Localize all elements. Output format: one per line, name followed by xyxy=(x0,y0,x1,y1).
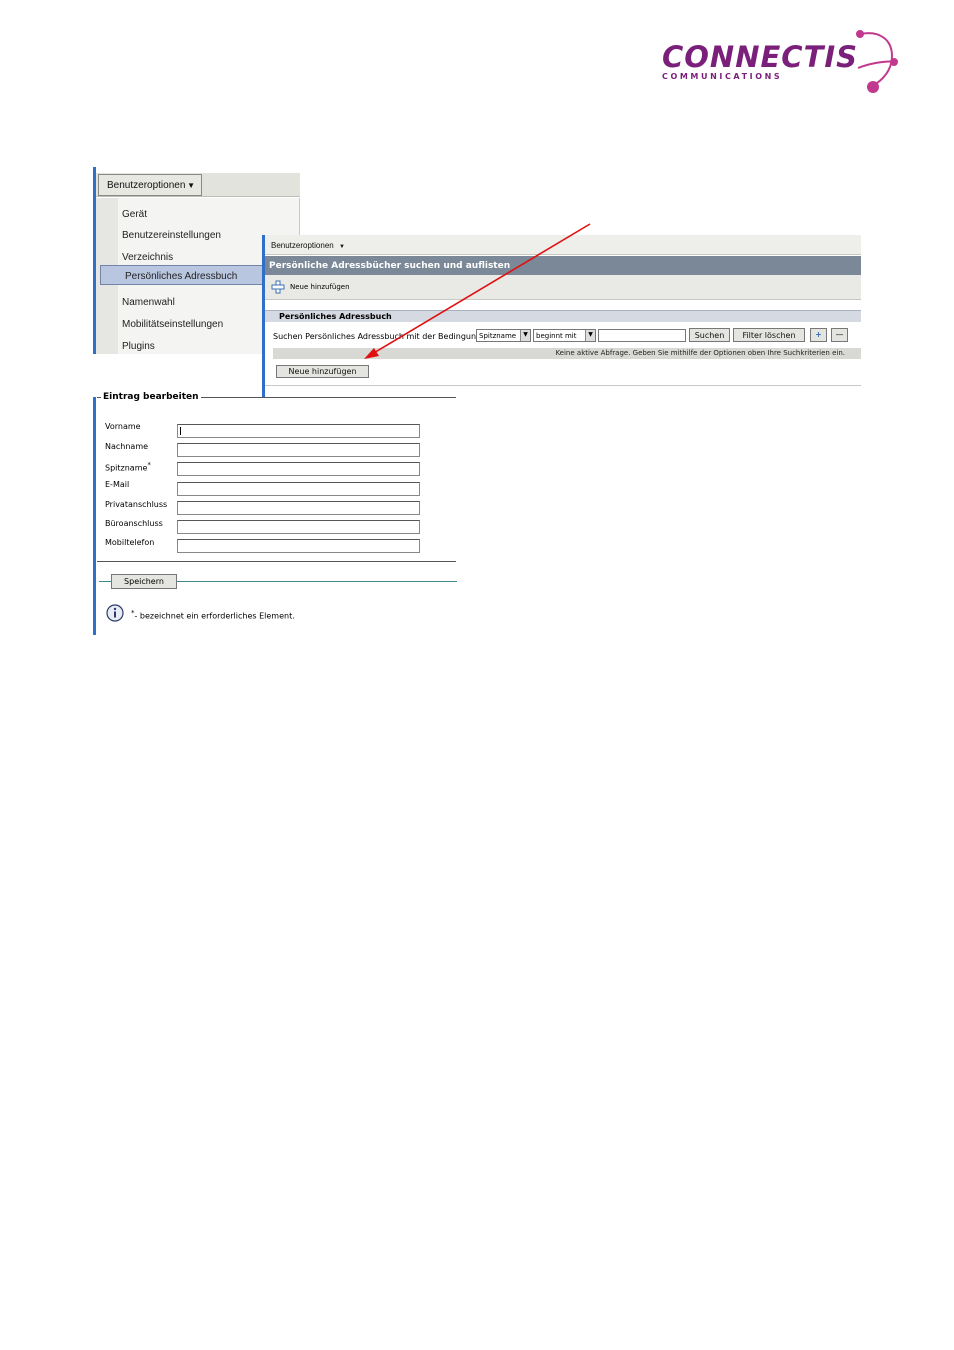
search-button[interactable]: Suchen xyxy=(689,328,730,342)
search-row: Suchen Persönliches Adressbuch mit der B… xyxy=(265,327,861,349)
info-icon xyxy=(106,604,124,622)
search-field-value: Spitzname xyxy=(479,332,517,340)
footer-bar: Neue hinzufügen xyxy=(265,360,861,386)
first-name-field[interactable] xyxy=(177,424,420,438)
address-book-list-screenshot: Benutzeroptionen ▼ Persönliche Adressbüc… xyxy=(262,235,861,401)
dropdown-label: Benutzeroptionen xyxy=(107,180,186,191)
search-field-select[interactable]: Spitzname ▼ xyxy=(476,329,531,342)
toolbar: Neue hinzufügen xyxy=(265,275,861,300)
email-label: E-Mail xyxy=(105,480,130,489)
page-title: Persönliche Adressbücher suchen und aufl… xyxy=(265,256,861,275)
clear-filter-button[interactable]: Filter löschen xyxy=(733,328,805,342)
fieldset-legend: Eintrag bearbeiten xyxy=(101,392,201,402)
logo-subtitle: COMMUNICATIONS xyxy=(662,72,783,81)
nickname-label: Spitzname* xyxy=(105,461,151,473)
edit-entry-screenshot: Eintrag bearbeiten Vorname Nachname Spit… xyxy=(93,392,457,635)
required-note-text: - bezeichnet ein erforderliches Element. xyxy=(134,611,295,621)
chevron-down-icon: ▼ xyxy=(585,330,595,341)
office-phone-field[interactable] xyxy=(177,520,420,534)
user-options-menu[interactable]: Benutzeroptionen ▼ xyxy=(265,235,861,255)
chevron-down-icon: ▼ xyxy=(187,181,195,190)
logo-wordmark: CONNECTIS xyxy=(662,40,859,74)
office-phone-label: Büroanschluss xyxy=(105,519,163,528)
add-new-icon[interactable] xyxy=(271,280,285,294)
edit-entry-fieldset: Eintrag bearbeiten Vorname Nachname Spit… xyxy=(97,392,456,562)
menu-item-plugins[interactable]: Plugins xyxy=(122,336,155,356)
nickname-field[interactable] xyxy=(177,462,420,476)
add-criteria-button[interactable]: + xyxy=(810,328,827,342)
remove-criteria-button[interactable]: — xyxy=(831,328,848,342)
home-phone-field[interactable] xyxy=(177,501,420,515)
top-menu-label: Benutzeroptionen xyxy=(271,241,334,250)
home-phone-label: Privatanschluss xyxy=(105,500,168,509)
connectis-logo: CONNECTIS COMMUNICATIONS xyxy=(660,28,900,94)
search-label: Suchen Persönliches Adressbuch mit der B… xyxy=(273,332,484,341)
mobile-phone-field[interactable] xyxy=(177,539,420,553)
user-options-dropdown[interactable]: Benutzeroptionen ▼ xyxy=(98,174,202,196)
mobile-phone-label: Mobiltelefon xyxy=(105,538,155,547)
menu-item-directory[interactable]: Verzeichnis xyxy=(122,247,173,267)
save-button[interactable]: Speichern xyxy=(111,574,177,589)
chevron-down-icon: ▼ xyxy=(338,244,345,250)
no-query-hint: Keine aktive Abfrage. Geben Sie mithilfe… xyxy=(273,348,861,359)
toolbar-add-new-link[interactable]: Neue hinzufügen xyxy=(290,283,350,291)
menu-bar: Benutzeroptionen ▼ xyxy=(96,173,300,197)
last-name-label: Nachname xyxy=(105,442,149,451)
menu-item-mobility-settings[interactable]: Mobilitätseinstellungen xyxy=(122,314,223,334)
menu-item-speed-dial[interactable]: Namenwahl xyxy=(122,292,175,312)
add-new-button[interactable]: Neue hinzufügen xyxy=(276,365,369,378)
nickname-label-text: Spitzname xyxy=(105,463,148,473)
search-input[interactable] xyxy=(598,329,686,342)
required-note: *- bezeichnet ein erforderliches Element… xyxy=(131,609,295,621)
search-condition-value: beginnt mit xyxy=(536,332,577,340)
search-condition-select[interactable]: beginnt mit ▼ xyxy=(533,329,596,342)
section-header: Persönliches Adressbuch xyxy=(265,310,861,322)
last-name-field[interactable] xyxy=(177,443,420,457)
chevron-down-icon: ▼ xyxy=(520,330,530,341)
menu-item-user-settings[interactable]: Benutzereinstellungen xyxy=(122,225,221,245)
menu-item-device[interactable]: Gerät xyxy=(122,204,147,224)
first-name-label: Vorname xyxy=(105,422,141,431)
email-field[interactable] xyxy=(177,482,420,496)
required-mark: * xyxy=(147,461,151,469)
